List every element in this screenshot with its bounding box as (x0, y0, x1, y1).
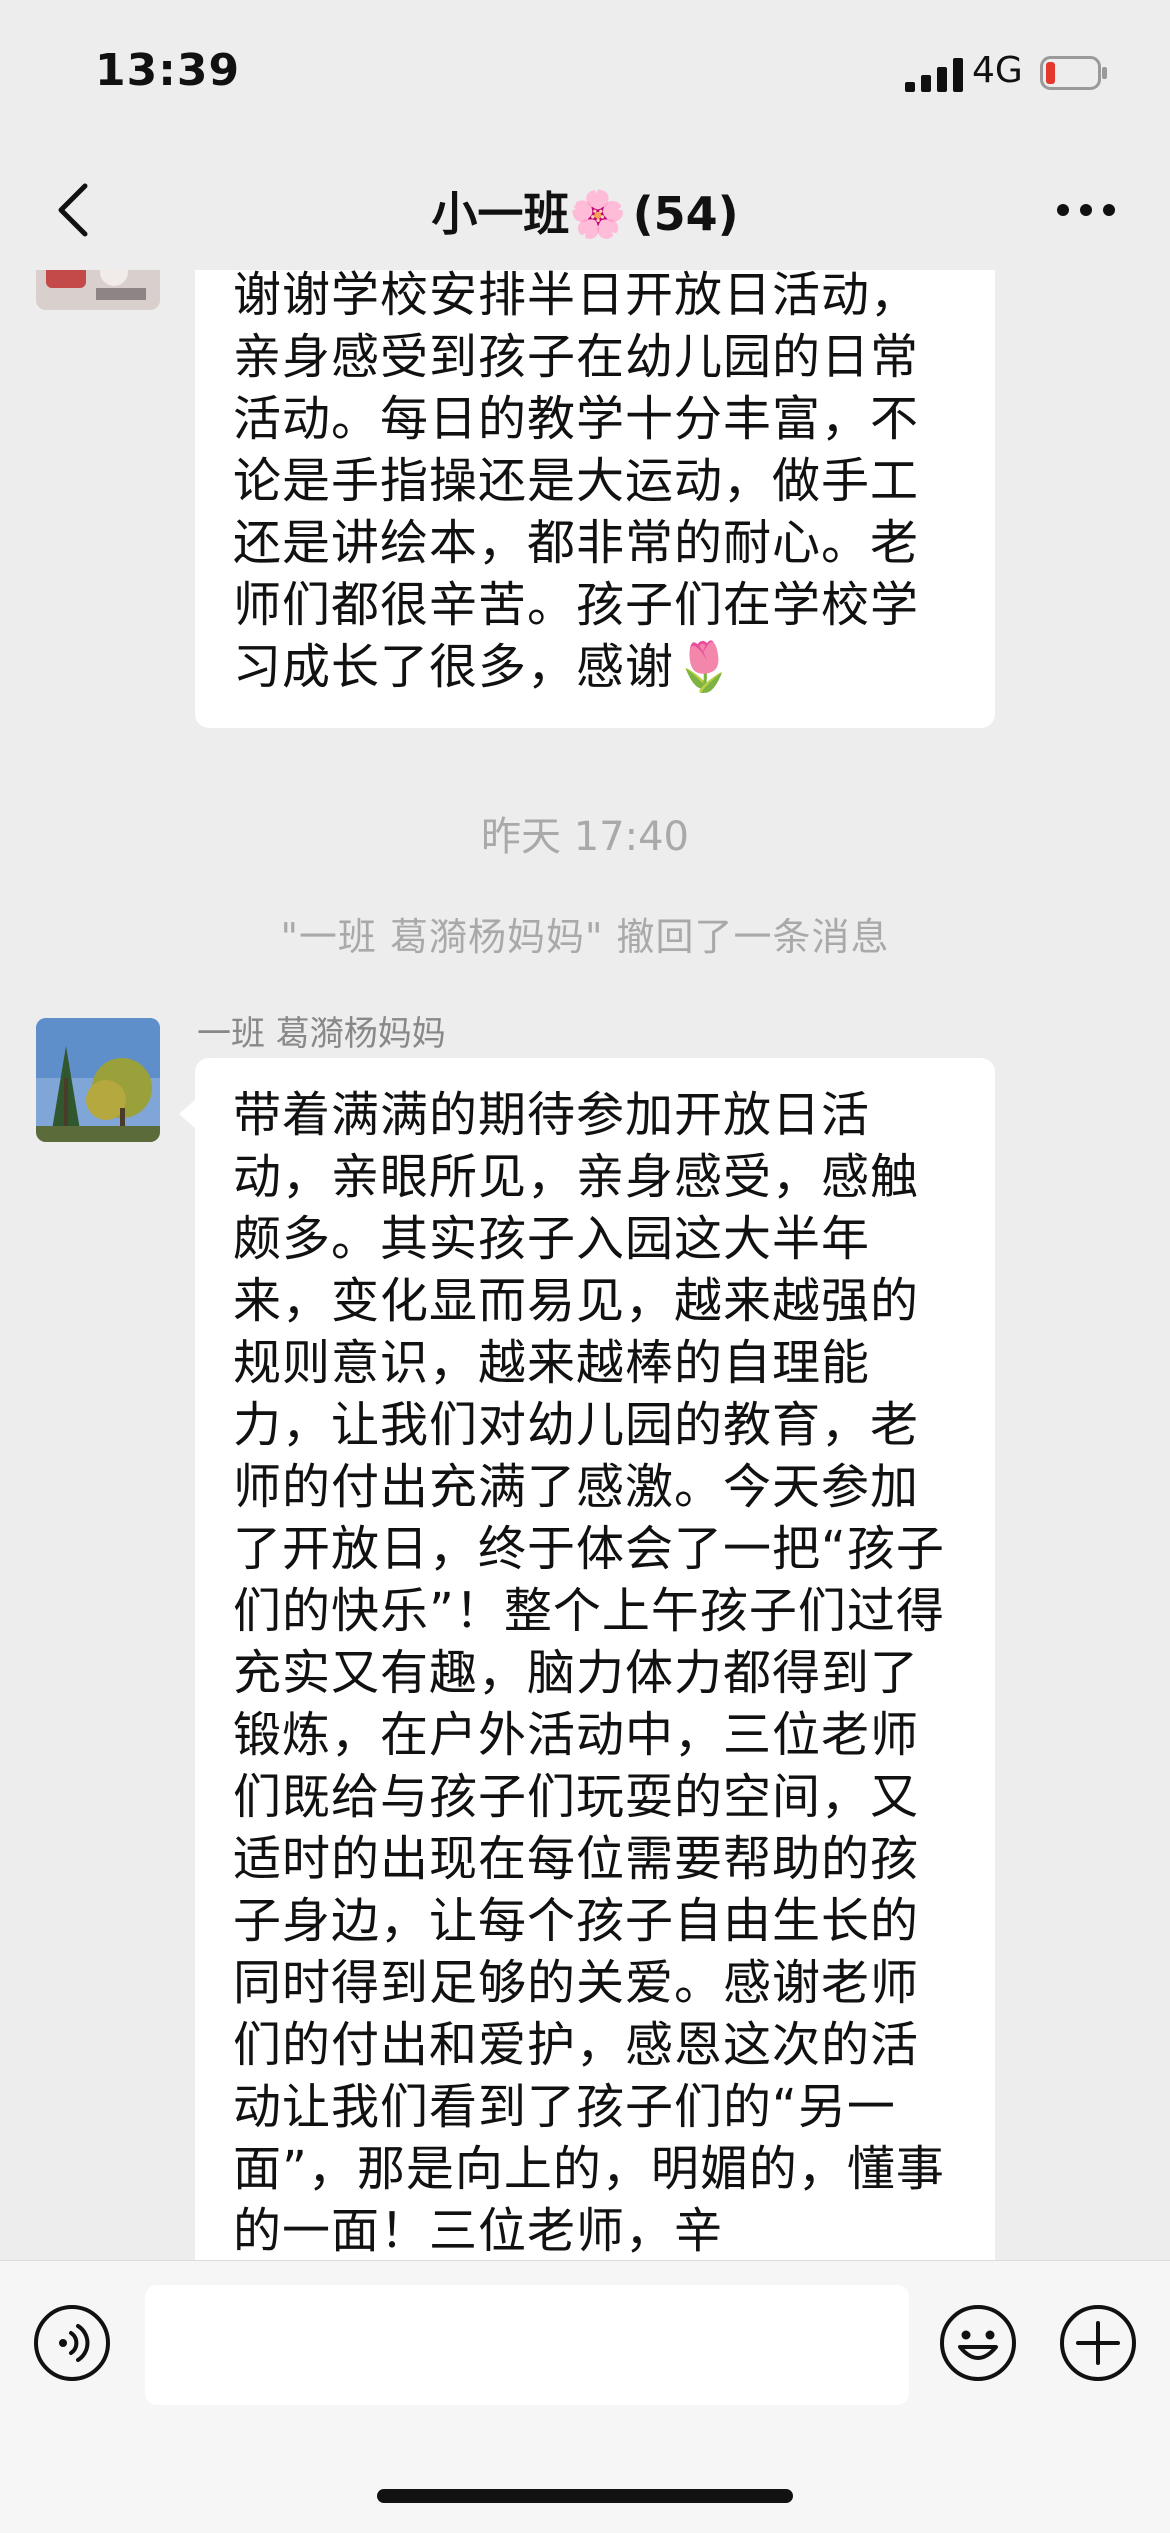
avatar[interactable] (36, 270, 160, 310)
message-list[interactable]: 谢谢学校安排半日开放日活动，亲身感受到孩子在幼儿园的日常活动。每日的教学十分丰富… (0, 270, 1170, 2260)
message-timestamp: 昨天 17:40 (481, 814, 689, 860)
message-text: 谢谢学校安排半日开放日活动，亲身感受到孩子在幼儿园的日常活动。每日的教学十分丰富… (233, 270, 920, 695)
message-bubble[interactable]: 谢谢学校安排半日开放日活动，亲身感受到孩子在幼儿园的日常活动。每日的教学十分丰富… (195, 270, 995, 728)
voice-icon[interactable] (32, 2303, 112, 2383)
avatar[interactable] (36, 1018, 160, 1142)
chat-header: 小一班🌸 (54) (0, 150, 1170, 270)
battery-icon (1040, 56, 1107, 90)
avatar-image (36, 270, 160, 310)
message-input[interactable] (145, 2285, 909, 2405)
chat-title: 小一班🌸 (54) (0, 178, 1170, 244)
more-button[interactable] (1046, 180, 1126, 240)
input-bar (0, 2260, 1170, 2533)
cellular-signal-icon (905, 58, 963, 92)
message-text: 带着满满的期待参加开放日活动，亲眼所见，亲身感受，感触颇多。其实孩子入园这大半年… (233, 1087, 945, 2259)
group-name: 小一班🌸 (431, 187, 627, 241)
avatar-image (36, 1018, 160, 1142)
network-type: 4G (972, 50, 1023, 91)
plus-icon[interactable] (1058, 2303, 1138, 2383)
message-bubble[interactable]: 带着满满的期待参加开放日活动，亲眼所见，亲身感受，感触颇多。其实孩子入园这大半年… (179, 1058, 995, 2260)
bubble-tail (179, 1100, 195, 1128)
home-indicator[interactable] (377, 2489, 793, 2503)
status-time: 13:39 (95, 45, 241, 96)
recall-notice: "一班 葛漪杨妈妈" 撤回了一条消息 (280, 915, 890, 959)
sender-name: 一班 葛漪杨妈妈 (197, 1014, 446, 1054)
emoji-icon[interactable] (938, 2303, 1018, 2383)
member-count: (54) (632, 187, 739, 241)
status-bar: 13:39 4G (0, 0, 1170, 150)
more-dots-icon (1057, 204, 1115, 216)
